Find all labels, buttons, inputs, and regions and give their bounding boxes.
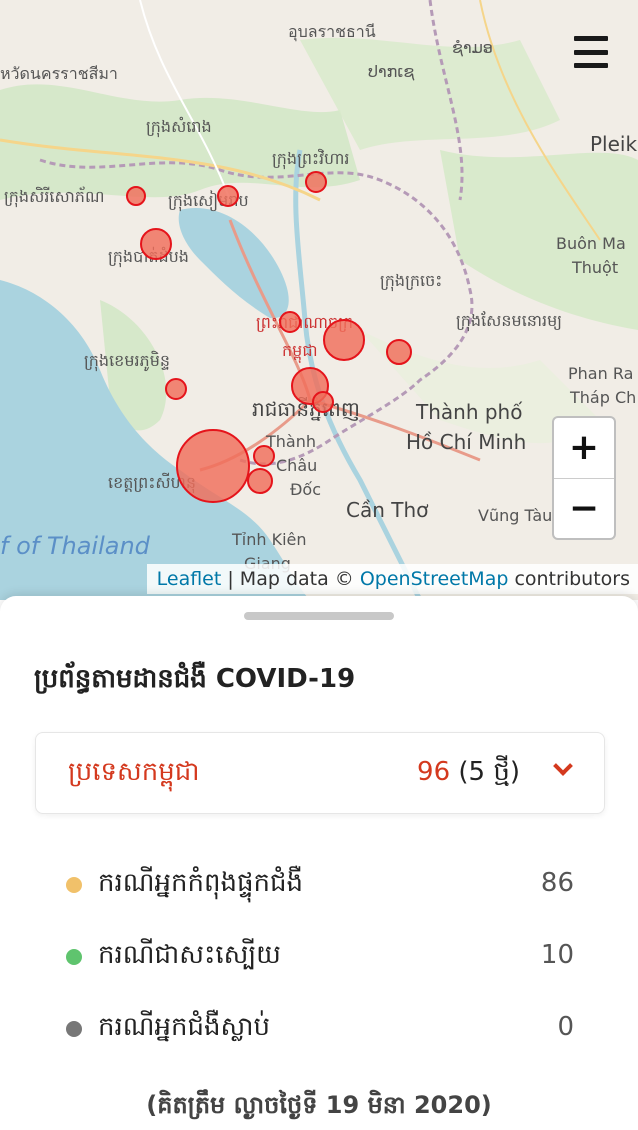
as-of-date: (គិតត្រឹម ល្ងាចថ្ងៃទី 19 មិនា 2020) — [146, 1091, 492, 1119]
map-place-label: Thành — [266, 432, 316, 451]
total-cases: 96 — [417, 757, 451, 787]
attribution-tail: contributors — [508, 568, 630, 590]
stat-value: 10 — [540, 940, 574, 970]
case-bubble[interactable] — [140, 228, 172, 260]
country-select[interactable]: ប្រទេសកម្ពុជា 96 (5 ថ្មី) — [35, 732, 605, 814]
map-place-label: ក្រុងសំរោង — [146, 117, 212, 136]
map-place-label: Phan Ra — [568, 364, 634, 383]
map-place-label: f of Thailand — [0, 532, 150, 560]
deaths-dot-icon — [66, 1021, 82, 1037]
map-place-label: ក្រុងខេមរភូមិន្ទ — [84, 351, 171, 370]
map-place-label: ក្រុងសិរីសោភ័ណ — [4, 187, 105, 206]
map-place-label: อุบลราชธานี — [288, 22, 376, 41]
map-place-label: កម្ពុជា — [282, 341, 318, 360]
map-place-label: Tháp Ch — [570, 388, 637, 407]
case-bubble[interactable] — [126, 186, 146, 206]
map-place-label: Pleiku — [590, 132, 638, 156]
attribution-separator: | Map data © — [221, 568, 360, 590]
case-bubble[interactable] — [176, 429, 250, 503]
map-place-label: ປາກເຊ — [368, 62, 415, 81]
map-place-label: Thành phố — [416, 400, 523, 424]
map-place-label: หวัดนครราชสีมา — [0, 64, 118, 83]
active-dot-icon — [66, 877, 82, 893]
chevron-down-icon — [553, 756, 573, 776]
menu-icon[interactable] — [574, 36, 608, 68]
map-place-label: Hồ Chí Minh — [406, 430, 527, 454]
map-place-label: Vũng Tàu — [478, 506, 553, 525]
stat-value: 0 — [557, 1012, 574, 1042]
page-title: ប្រព័ន្ធតាមដានជំងឺ COVID-19 — [34, 664, 356, 694]
openstreetmap-link[interactable]: OpenStreetMap — [360, 568, 509, 590]
map-place-label: Đốc — [290, 480, 321, 499]
map-place-label: ក្រុងព្រះវិហារ — [272, 149, 350, 168]
country-name: ប្រទេសកម្ពុជា — [68, 757, 200, 787]
stat-label: ករណីអ្នកកំពុងផ្ទុកជំងឺ — [98, 868, 304, 898]
stat-label: ករណីជាសះស្បើយ — [98, 940, 281, 970]
zoom-in-button[interactable]: + — [554, 418, 614, 478]
case-bubble[interactable] — [323, 319, 365, 361]
case-bubble[interactable] — [279, 311, 301, 333]
map-view[interactable]: อุบลราชธานี ຊຳມອປາກເຊ หวัดนครราชสีมา ក្រុងស… — [0, 0, 638, 600]
map-attribution: Leaflet | Map data © OpenStreetMap contr… — [146, 564, 638, 594]
leaflet-link[interactable]: Leaflet — [157, 568, 222, 590]
recovered-dot-icon — [66, 949, 82, 965]
map-place-label: Cần Thơ — [346, 498, 429, 522]
map-place-label: ក្រុងសែនមនោរម្យ — [456, 311, 563, 330]
map-place-label: Thuột — [572, 258, 619, 277]
new-cases: (5 ថ្មី) — [458, 757, 520, 787]
map-place-label: Tỉnh Kiên — [232, 530, 307, 549]
case-bubble[interactable] — [165, 378, 187, 400]
stat-active: ករណីអ្នកកំពុងផ្ទុកជំងឺ 86 — [66, 864, 574, 904]
case-bubble[interactable] — [312, 391, 334, 413]
map-place-label: ຊຳມອ — [452, 38, 493, 57]
case-bubble[interactable] — [305, 171, 327, 193]
case-bubble[interactable] — [217, 185, 239, 207]
case-bubble[interactable] — [247, 468, 273, 494]
stat-recovered: ករណីជាសះស្បើយ 10 — [66, 936, 574, 976]
info-sheet: ប្រព័ន្ធតាមដានជំងឺ COVID-19 ប្រទេសកម្ពុជ… — [0, 596, 638, 1130]
stat-value: 86 — [540, 868, 574, 898]
stat-label: ករណីអ្នកជំងឺស្លាប់ — [98, 1012, 271, 1042]
case-bubble[interactable] — [253, 445, 275, 467]
country-case-count: 96 (5 ថ្មី) — [417, 755, 520, 793]
map-place-label: Châu — [276, 456, 318, 475]
zoom-control: + − — [552, 416, 616, 540]
drag-handle[interactable] — [244, 612, 394, 620]
map-place-label: Buôn Ma — [556, 234, 626, 253]
stat-deaths: ករណីអ្នកជំងឺស្លាប់ 0 — [66, 1008, 574, 1048]
zoom-out-button[interactable]: − — [554, 477, 614, 539]
case-bubble[interactable] — [386, 339, 412, 365]
map-place-label: ក្រុងក្រចេះ — [380, 271, 443, 290]
